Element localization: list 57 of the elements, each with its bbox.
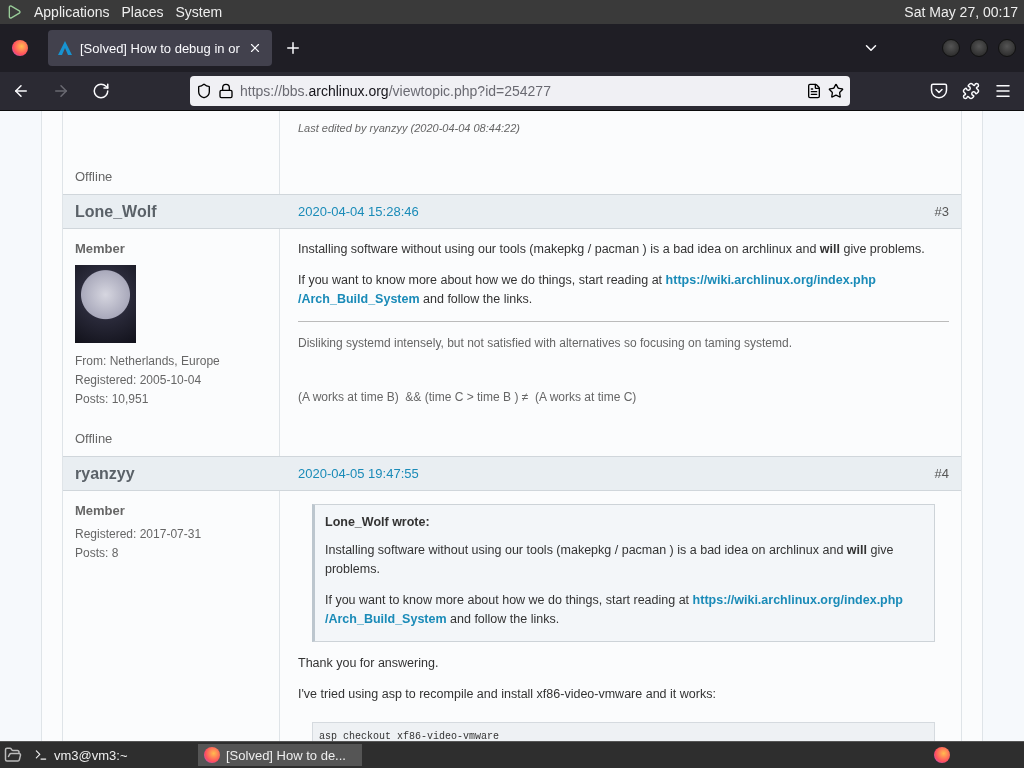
reload-icon[interactable] <box>92 82 110 100</box>
terminal-icon <box>34 748 48 762</box>
last-edited-note: Last edited by ryanzyy (2020-04-04 08:44:22) <box>298 122 521 134</box>
post-paragraph: If you want to know more about how we do things, start reading at https://wiki.archlinux.org/index.php /Arch_Build_System and follow the links. <box>298 272 877 308</box>
user-status: Offline <box>75 168 114 184</box>
taskbar-item[interactable]: [Solved] How to de... <box>198 744 362 766</box>
post-paragraph: Installing software without using our tools (makepkg / pacman ) is a bad idea on archlinux and will give problems. <box>298 241 926 258</box>
user-info: From: Netherlands, Europe <box>75 354 221 368</box>
wiki-link[interactable]: /Arch_Build_System <box>298 292 420 306</box>
browser-launcher-icon[interactable] <box>934 747 950 763</box>
code-block: asp checkout xf86-video-vmware <box>312 722 935 741</box>
wiki-link[interactable]: https://wiki.archlinux.org/index.php <box>665 273 876 287</box>
post-author[interactable]: ryanzyy <box>63 464 280 483</box>
user-role: Member <box>75 503 126 518</box>
user-info: Registered: 2005-10-04 <box>75 373 203 387</box>
menu-icon[interactable] <box>994 82 1012 100</box>
post-paragraph: Installing software without using our tools (makepkg / pacman ) is a bad idea on archlinux and will give problems. <box>325 542 895 578</box>
quote-author: Lone_Wolf wrote: <box>325 515 431 529</box>
user-status: Offline <box>75 430 114 446</box>
post-paragraph: Thank you for answering. <box>298 655 440 672</box>
show-desktop-icon[interactable] <box>4 746 22 764</box>
new-tab-icon[interactable] <box>284 39 302 57</box>
user-info: Posts: 8 <box>75 546 120 560</box>
pocket-icon[interactable] <box>930 82 948 100</box>
panel-menu[interactable]: Places <box>121 4 164 20</box>
lock-icon[interactable] <box>218 83 234 99</box>
post-paragraph: If you want to know more about how we do things, start reading at https://wiki.archlinux.org/index.php /Arch_Build_System and follow the links. <box>325 592 904 628</box>
post-number[interactable]: #3 <box>934 204 949 219</box>
url-field[interactable]: https://bbs.archlinux.org/viewtopic.php?id=254277 <box>190 76 850 106</box>
tab-favicon-icon <box>58 41 72 55</box>
reader-view-icon[interactable] <box>806 83 822 99</box>
user-role: Member <box>75 241 126 256</box>
browser-icon[interactable] <box>12 40 28 56</box>
post-paragraph: I've tried using asp to recompile and install xf86-video-vmware and it works: <box>298 686 717 703</box>
panel-menu[interactable]: System <box>175 4 223 20</box>
extensions-icon[interactable] <box>962 82 980 100</box>
panel-logo-icon <box>6 4 22 20</box>
browser-tab[interactable]: [Solved] How to debug in or <box>48 30 272 66</box>
back-icon[interactable] <box>12 82 30 100</box>
close-tab-icon[interactable] <box>248 41 262 55</box>
wiki-link[interactable]: https://wiki.archlinux.org/index.php <box>692 593 903 607</box>
signature-line: (A works at time B) && (time C > time B ) ≠ (A works at time C) <box>298 390 638 404</box>
browser-icon <box>204 747 220 763</box>
user-info: Registered: 2017-07-31 <box>75 527 203 541</box>
shield-icon[interactable] <box>196 83 212 99</box>
signature-line: Disliking systemd intensely, but not satisfied with alternatives so focusing on taming systemd. <box>298 336 793 350</box>
wiki-link[interactable]: /Arch_Build_System <box>325 612 447 626</box>
post-date-link[interactable]: 2020-04-04 15:28:46 <box>280 204 935 219</box>
taskbar-item[interactable]: vm3@vm3:~ <box>28 744 192 766</box>
post-author[interactable]: Lone_Wolf <box>63 202 280 221</box>
post-number[interactable]: #4 <box>934 466 949 481</box>
panel-clock: Sat May 27, 00:17 <box>904 4 1018 20</box>
post-date-link[interactable]: 2020-04-05 19:47:55 <box>280 466 935 481</box>
tab-title: [Solved] How to debug in or <box>80 40 240 56</box>
panel-menu[interactable]: Applications <box>34 4 110 20</box>
bookmark-star-icon[interactable] <box>828 83 844 99</box>
user-info: Posts: 10,951 <box>75 392 150 406</box>
